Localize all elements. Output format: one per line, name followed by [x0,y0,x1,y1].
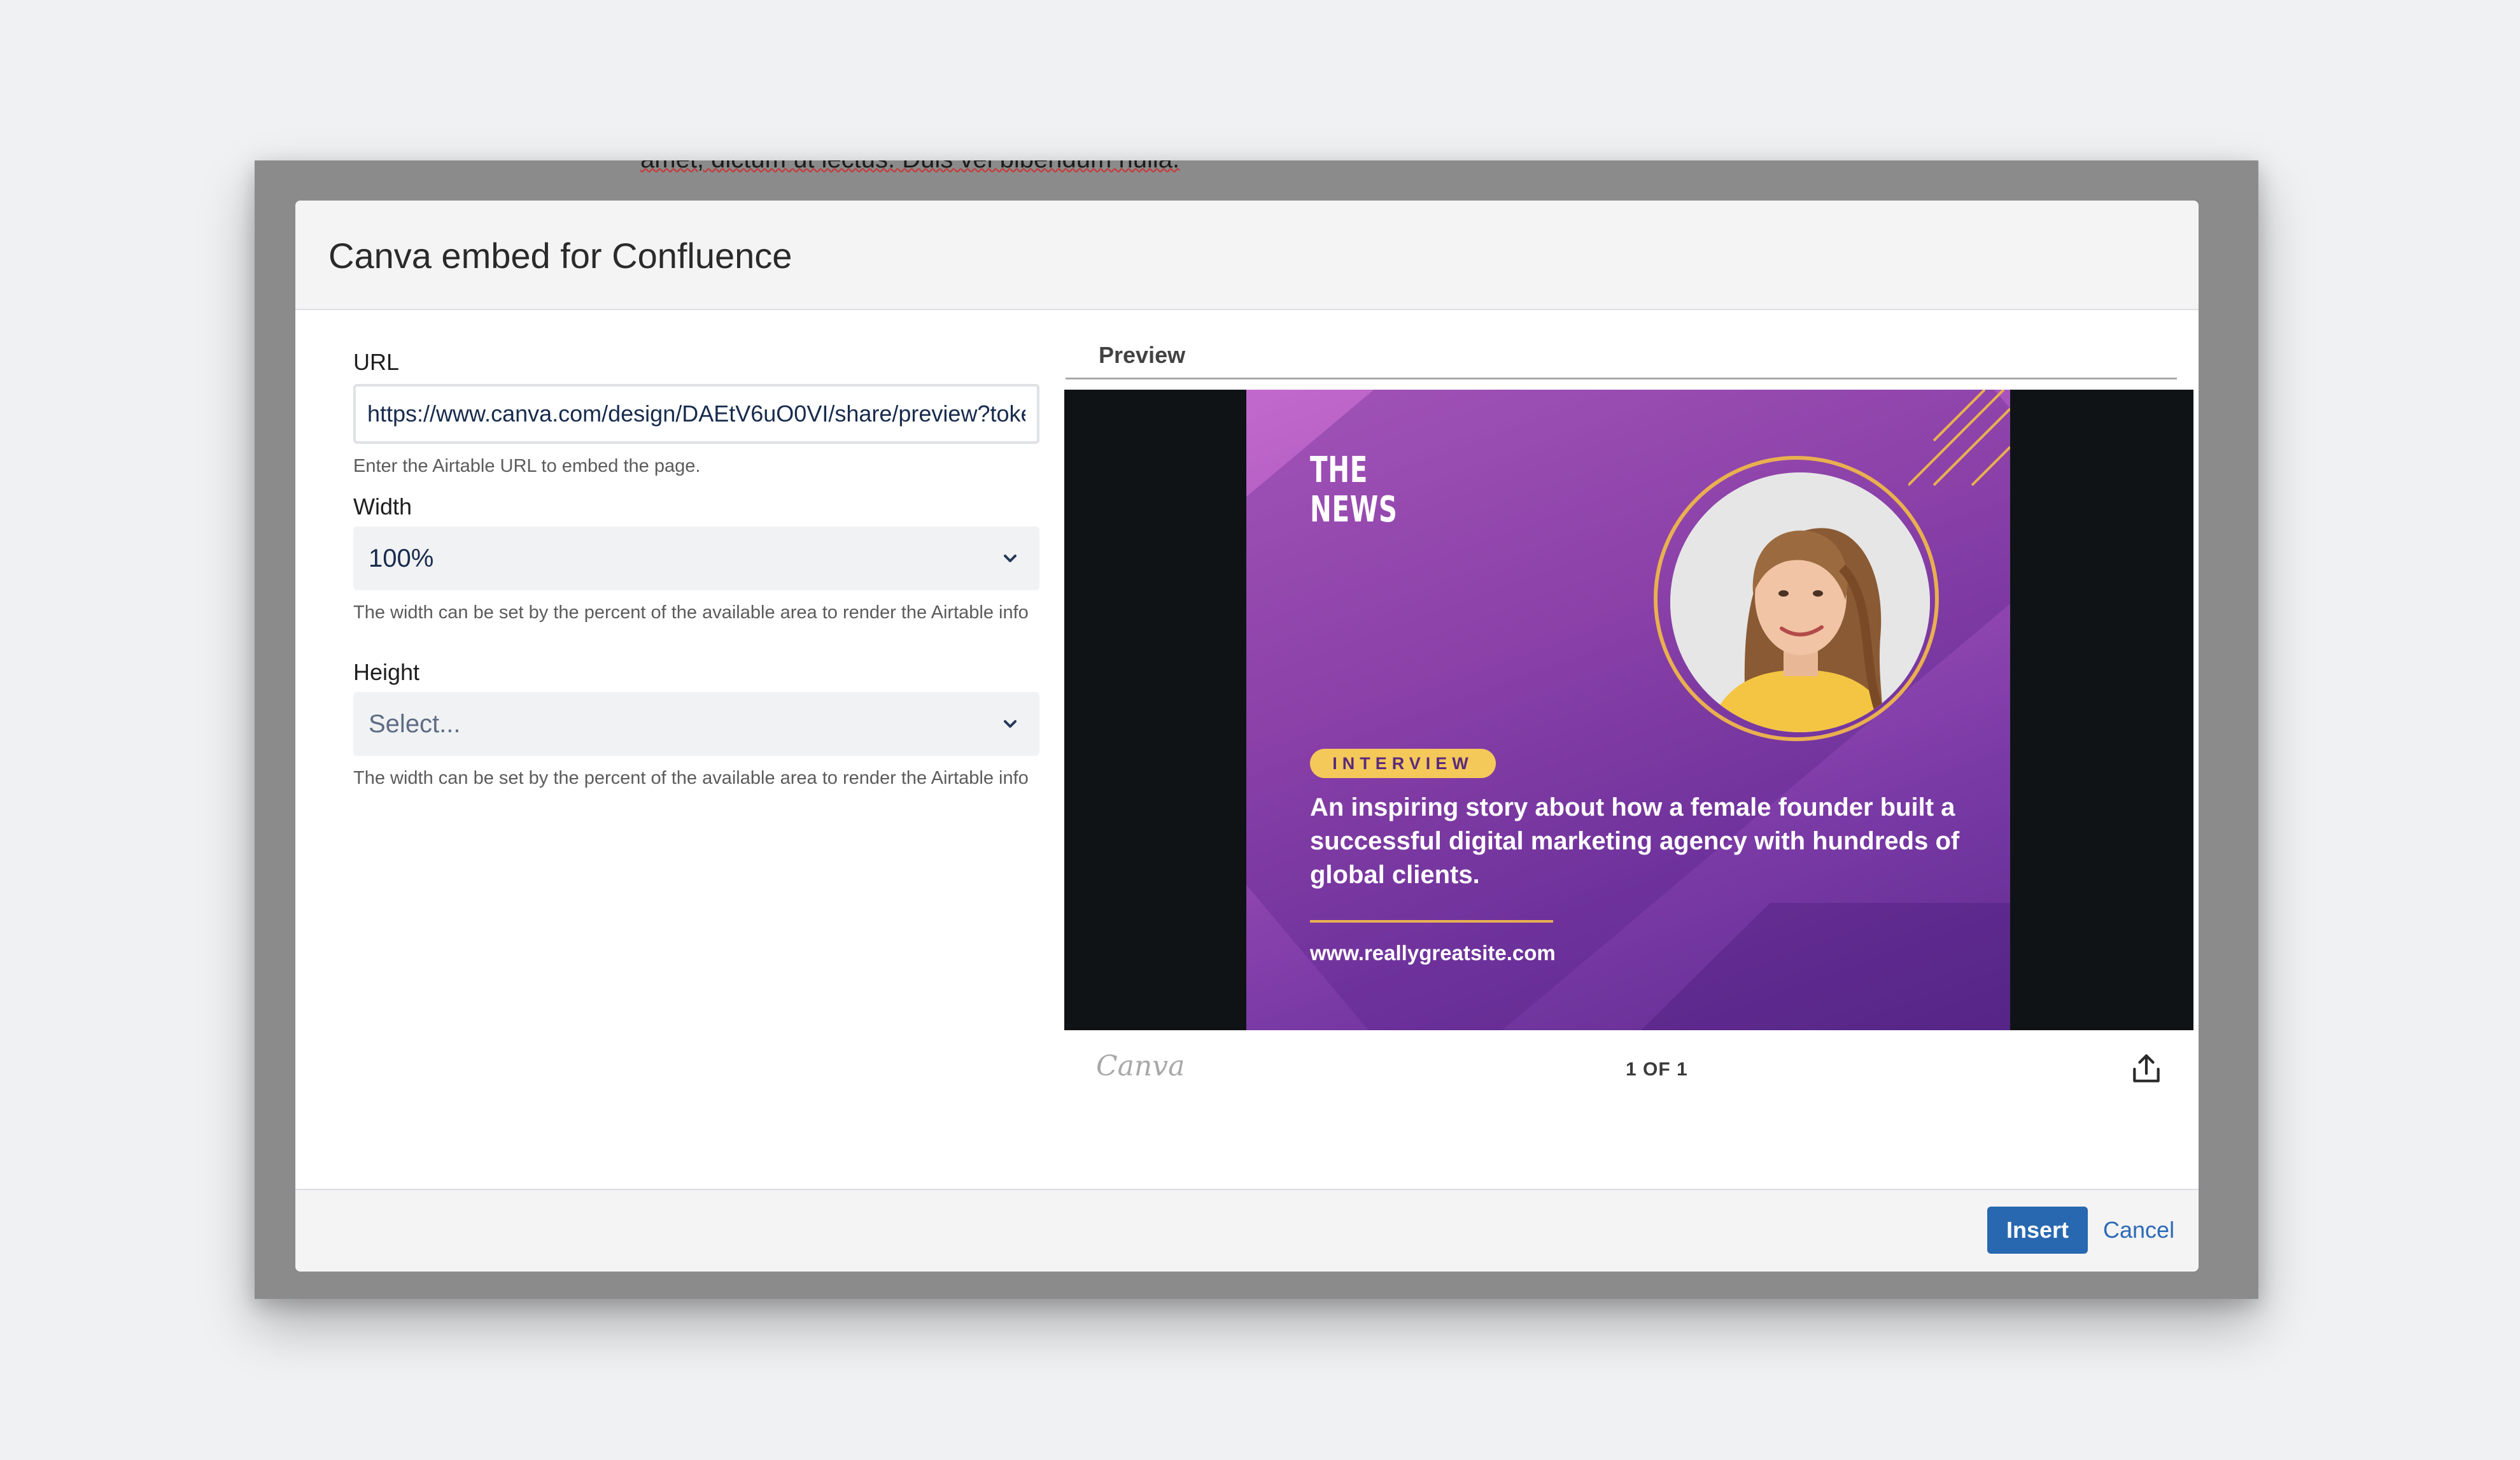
cancel-button[interactable]: Cancel [2103,1207,2174,1254]
height-select-placeholder: Select... [369,710,461,738]
height-label: Height [353,659,420,685]
dialog-title: Canva embed for Confluence [328,236,792,276]
height-help-text: The width can be set by the percent of t… [353,768,1029,788]
design-corner-shape [1641,903,2010,1030]
canva-design: THE NEWS INTERVIEW An inspiring story ab… [1246,390,2010,1030]
url-input[interactable] [353,384,1039,444]
app-frame: amet, dictum ut lectus. Duis vel bibendu… [255,160,2258,1299]
design-website: www.reallygreatsite.com [1310,941,1556,965]
chevron-down-icon [1004,720,1017,728]
decorative-stripes [1908,390,2010,486]
canva-embed-preview[interactable]: THE NEWS INTERVIEW An inspiring story ab… [1064,390,2193,1030]
design-story-text: An inspiring story about how a female fo… [1310,793,1960,889]
canva-logo[interactable]: Canva [1096,1050,1185,1082]
share-icon[interactable] [2129,1051,2164,1087]
width-select-value: 100% [369,544,434,572]
page-count: 1 OF 1 [1626,1059,1688,1080]
design-headline: THE NEWS [1310,450,1398,530]
width-select[interactable]: 100% [353,527,1039,590]
woman-portrait-image [1670,472,1930,732]
portrait-photo [1670,472,1930,732]
url-label: URL [353,349,400,375]
document-text-fragment: amet, dictum ut lectus. Duis vel bibendu… [640,160,1179,174]
width-label: Width [353,493,412,520]
dialog-header: Canva embed for Confluence [295,201,2199,310]
embed-dialog: Canva embed for Confluence URL Enter the… [295,201,2199,1272]
insert-button[interactable]: Insert [1987,1207,2088,1254]
chevron-down-icon [1004,555,1017,562]
tab-divider [1066,378,2177,379]
dialog-footer: Insert Cancel [295,1189,2199,1272]
interview-badge: INTERVIEW [1310,749,1496,778]
tab-preview[interactable]: Preview [1099,342,1185,369]
width-help-text: The width can be set by the percent of t… [353,602,1029,623]
design-divider [1310,920,1553,923]
height-select[interactable]: Select... [353,692,1039,756]
url-help-text: Enter the Airtable URL to embed the page… [353,456,701,476]
